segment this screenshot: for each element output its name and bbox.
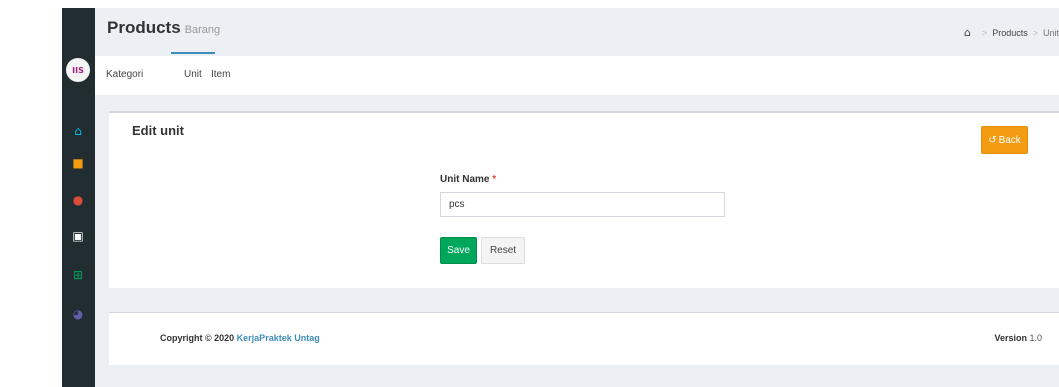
home-icon[interactable]: ⌂ — [68, 122, 88, 140]
required-marker: * — [492, 174, 497, 185]
breadcrumb-separator: > — [981, 27, 988, 38]
page-subtitle: Barang — [184, 24, 221, 36]
unit-name-input[interactable] — [440, 192, 725, 217]
back-button[interactable]: ↺ Back — [981, 126, 1028, 154]
version-info: Version 1.0 — [994, 333, 1042, 343]
tab-item[interactable]: Item — [211, 69, 230, 80]
sidebar: IIS ⌂ ■ ● ▣ ⊞ ◕ — [62, 8, 95, 387]
unit-name-label-text: Unit Name — [440, 174, 490, 185]
breadcrumb-item-unit: Unit — [1042, 27, 1059, 38]
app-window: IIS ⌂ ■ ● ▣ ⊞ ◕ Products Barang ⌂ > Produ… — [0, 0, 1059, 387]
box-title: Edit unit — [132, 123, 184, 138]
copyright: Copyright © 2020 KerjaPraktek Untag — [160, 333, 320, 343]
reset-button[interactable]: Reset — [481, 237, 525, 264]
user-avatar[interactable]: IIS — [66, 58, 90, 82]
content-wrapper: Products Barang ⌂ > Products > Unit Kateg… — [95, 8, 1059, 387]
truck-icon[interactable]: ■ — [68, 154, 88, 172]
undo-icon: ↺ — [988, 134, 997, 146]
page-title: Products Barang — [107, 18, 220, 38]
cart-icon[interactable]: ⊞ — [68, 266, 88, 284]
content-header: Products Barang ⌂ > Products > Unit — [95, 8, 1059, 44]
page-title-text: Products — [107, 18, 181, 37]
copyright-link[interactable]: KerjaPraktek Untag — [237, 333, 320, 343]
archive-icon[interactable]: ▣ — [68, 227, 88, 245]
breadcrumb-item-products[interactable]: Products — [992, 28, 1028, 38]
version-value: 1.0 — [1029, 333, 1042, 343]
save-button[interactable]: Save — [440, 237, 477, 264]
tab-kategori[interactable]: Kategori — [106, 69, 143, 80]
users-icon[interactable]: ● — [68, 191, 88, 209]
back-button-label: Back — [998, 134, 1021, 146]
tab-active-indicator — [171, 52, 215, 54]
chart-icon[interactable]: ◕ — [68, 305, 88, 323]
edit-unit-box: Edit unit ↺Back Unit Name * Save Reset — [109, 111, 1059, 288]
home-icon[interactable]: ⌂ — [964, 26, 971, 39]
tab-unit[interactable]: Unit — [184, 69, 202, 80]
breadcrumb: ⌂ > Products > Unit — [964, 26, 1059, 39]
breadcrumb-separator: > — [1032, 27, 1038, 38]
copyright-text: Copyright © 2020 — [160, 333, 235, 343]
tabs-bar: Kategori Unit Item — [95, 56, 1059, 95]
unit-name-label: Unit Name * — [440, 174, 496, 185]
version-label: Version — [994, 333, 1027, 343]
footer: Copyright © 2020 KerjaPraktek Untag Vers… — [109, 312, 1059, 365]
